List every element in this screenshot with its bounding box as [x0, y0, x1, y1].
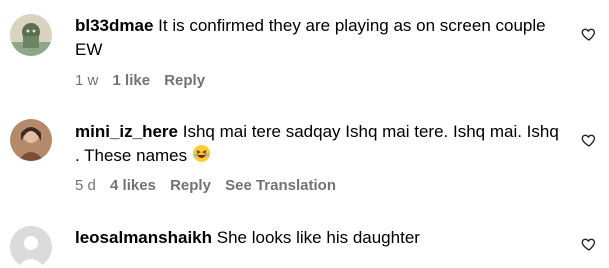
- comment-text: She looks like his daughter: [216, 228, 420, 247]
- comment-text: It is confirmed they are playing as on s…: [158, 16, 546, 35]
- comment-username[interactable]: bl33dmae: [75, 16, 153, 35]
- avatar[interactable]: [10, 119, 52, 161]
- avatar-illustration-icon: [10, 14, 52, 56]
- default-avatar-icon: [10, 226, 52, 268]
- avatar[interactable]: [10, 226, 52, 268]
- avatar[interactable]: [10, 14, 52, 56]
- heart-icon[interactable]: [581, 26, 597, 42]
- reply-button[interactable]: Reply: [164, 72, 205, 89]
- comment-text-continued: EW: [75, 40, 103, 59]
- laughing-emoji-icon: [192, 144, 210, 163]
- avatar-photo-icon: [10, 119, 52, 161]
- see-translation-button[interactable]: See Translation: [225, 177, 336, 194]
- heart-icon[interactable]: [581, 132, 597, 148]
- comment-text-continued: . These names: [75, 146, 188, 165]
- comment-username[interactable]: mini_iz_here: [75, 122, 178, 141]
- comment-timestamp: 1 w: [75, 72, 99, 89]
- comment-username[interactable]: leosalmanshaikh: [75, 228, 212, 247]
- heart-icon[interactable]: [581, 236, 597, 252]
- reply-button[interactable]: Reply: [170, 177, 211, 194]
- comment-timestamp: 5 d: [75, 177, 96, 194]
- comment-text: Ishq mai tere sadqay Ishq mai tere. Ishq…: [182, 122, 559, 141]
- like-count[interactable]: 1 like: [113, 72, 151, 89]
- like-count[interactable]: 4 likes: [110, 177, 156, 194]
